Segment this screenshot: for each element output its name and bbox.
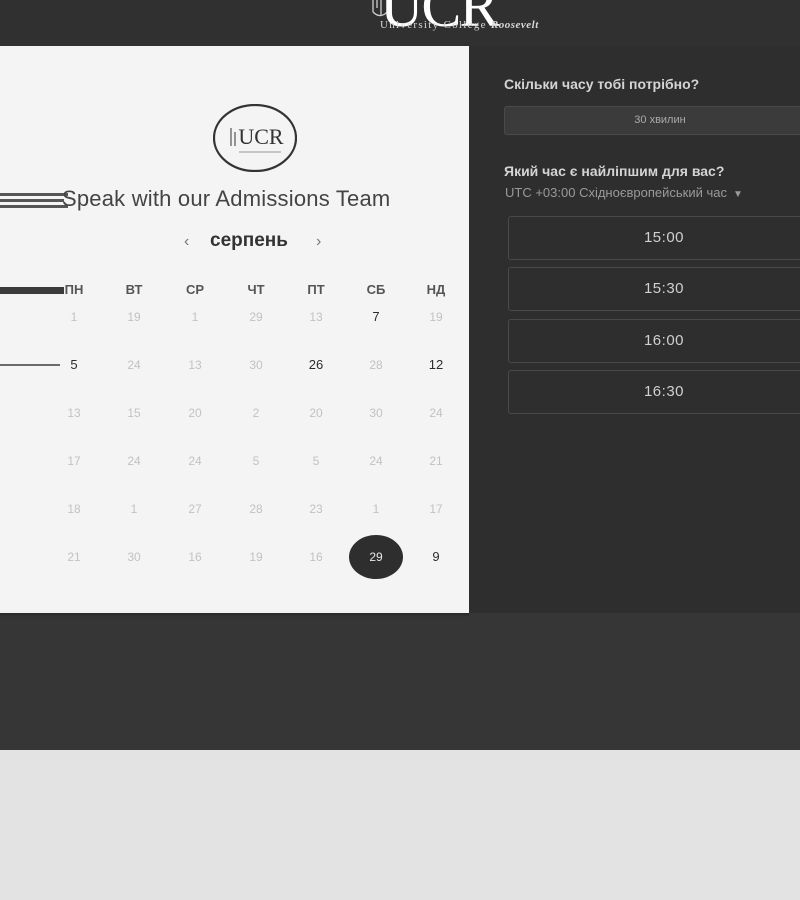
calendar-day: 28 — [249, 502, 263, 516]
footer-band — [0, 613, 800, 750]
timezone-select[interactable]: UTC +03:00 Східноєвропейський час ▼ — [505, 185, 743, 200]
calendar-day: 27 — [188, 502, 202, 516]
calendar-day: 16 — [188, 550, 202, 564]
calendar-day: 24 — [127, 454, 141, 468]
calendar-day: 21 — [67, 550, 81, 564]
calendar-day: 19 — [429, 310, 443, 324]
calendar-day: 20 — [188, 406, 202, 420]
duration-question: Скільки часу тобі потрібно? — [504, 76, 700, 92]
calendar-day: 20 — [309, 406, 323, 420]
calendar-day: 28 — [369, 358, 383, 372]
calendar-panel: UCR Speak with our Admissions Team ‹ сер… — [0, 46, 469, 613]
timezone-label: UTC +03:00 Східноєвропейський час — [505, 185, 727, 200]
calendar-day: 13 — [188, 358, 202, 372]
calendar-day: 5 — [252, 454, 260, 468]
caret-down-icon: ▼ — [732, 189, 743, 200]
calendar-day: 1 — [130, 502, 138, 516]
month-label: серпень — [210, 230, 288, 251]
calendar-day: 29 — [249, 310, 263, 324]
calendar-day: 24 — [127, 358, 141, 372]
calendar-title: Speak with our Admissions Team — [62, 186, 391, 211]
ucr-logo[interactable]: UCR University College Roosevelt — [370, 0, 580, 44]
time-slot-button[interactable]: 15:30 — [508, 267, 800, 311]
calendar-day: 30 — [369, 406, 383, 420]
calendar-day: 30 — [127, 550, 141, 564]
decorative-stripe — [0, 199, 64, 202]
calendar-day: 16 — [309, 550, 323, 564]
month-navigator: ‹ серпень › — [178, 230, 338, 256]
calendar-day[interactable]: 26 — [289, 343, 343, 387]
calendar-day: 1 — [372, 502, 380, 516]
calendar-day: 23 — [309, 502, 323, 516]
emblem-circle-icon: UCR — [212, 103, 298, 173]
calendar-day: 13 — [67, 406, 81, 420]
calendar-day: 1 — [191, 310, 199, 324]
duration-select[interactable]: 30 хвилин — [504, 106, 800, 135]
logo-subtitle: University College Roosevelt — [380, 19, 539, 31]
calendar-day[interactable]: 9 — [409, 535, 463, 579]
time-question: Який час є найліпшим для вас? — [504, 163, 725, 179]
calendar-day[interactable]: 12 — [409, 343, 463, 387]
calendar-day: 24 — [369, 454, 383, 468]
calendar-day-selected[interactable]: 29 — [349, 535, 403, 579]
panel-shadow — [0, 613, 469, 617]
time-slot-button[interactable]: 16:00 — [508, 319, 800, 363]
ucr-emblem: UCR — [212, 103, 298, 173]
next-month-button[interactable]: › — [316, 233, 321, 251]
calendar-day: 24 — [188, 454, 202, 468]
calendar-day: 15 — [127, 406, 141, 420]
calendar-day[interactable]: 7 — [349, 295, 403, 339]
calendar-day: 2 — [252, 406, 260, 420]
calendar-day: 24 — [429, 406, 443, 420]
calendar-day: 21 — [429, 454, 443, 468]
prev-month-button[interactable]: ‹ — [184, 233, 189, 251]
decorative-stripe — [0, 205, 68, 208]
decorative-stripe — [0, 193, 68, 196]
time-slot-button[interactable]: 16:30 — [508, 370, 800, 414]
calendar-day: 1 — [70, 310, 78, 324]
booking-panel: Скільки часу тобі потрібно? 30 хвилин Як… — [469, 46, 800, 613]
time-slot-button[interactable]: 15:00 — [508, 216, 800, 260]
calendar-day: 19 — [249, 550, 263, 564]
calendar-day: 17 — [429, 502, 443, 516]
calendar-day: 30 — [249, 358, 263, 372]
site-header: UCR University College Roosevelt — [0, 0, 800, 46]
calendar-day[interactable]: 5 — [47, 343, 101, 387]
calendar-day: 17 — [67, 454, 81, 468]
calendar-day: 19 — [127, 310, 141, 324]
calendar-day: 13 — [309, 310, 323, 324]
calendar-day: 18 — [67, 502, 81, 516]
emblem-text: UCR — [238, 124, 284, 149]
calendar-day: 5 — [312, 454, 320, 468]
